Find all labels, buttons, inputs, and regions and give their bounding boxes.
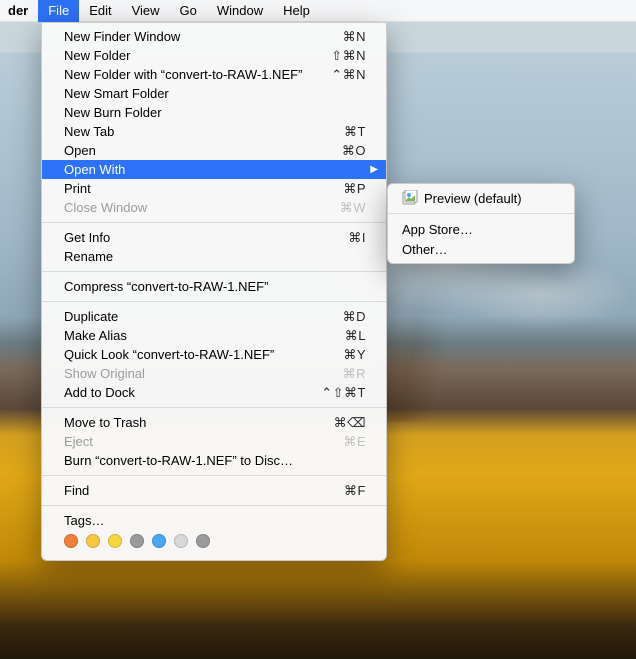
menu-item-label: Duplicate (64, 309, 312, 324)
menu-item-find[interactable]: Find⌘F (42, 481, 386, 500)
menu-item-label: Move to Trash (64, 415, 312, 430)
menu-item-label: Show Original (64, 366, 312, 381)
menu-separator (388, 213, 574, 214)
tag-color-row (42, 530, 386, 552)
menu-item-shortcut: ⌘Y (312, 347, 366, 363)
menu-separator (42, 505, 386, 506)
menu-item-label: New Tab (64, 124, 312, 139)
menu-item-shortcut: ⇧⌘N (312, 48, 366, 64)
menu-item-label: Tags… (64, 513, 366, 528)
menu-item-duplicate[interactable]: Duplicate⌘D (42, 307, 386, 326)
menubar-item-edit[interactable]: Edit (79, 0, 121, 22)
menu-item-new-folder[interactable]: New Folder⇧⌘N (42, 46, 386, 65)
menu-item-quick-look-convert-to-raw-1-nef[interactable]: Quick Look “convert-to-RAW-1.NEF”⌘Y (42, 345, 386, 364)
menubar-item-go[interactable]: Go (170, 0, 207, 22)
menu-item-shortcut: ⌘E (312, 434, 366, 450)
menu-item-shortcut: ⌘D (312, 309, 366, 325)
menu-item-close-window: Close Window⌘W (42, 198, 386, 217)
menubar-item-file[interactable]: File (38, 0, 79, 22)
menu-separator (42, 271, 386, 272)
menu-item-label: Close Window (64, 200, 312, 215)
menu-item-shortcut: ⌘⌫ (312, 415, 366, 431)
tag-color-dot[interactable] (130, 534, 144, 548)
tag-color-dot[interactable] (64, 534, 78, 548)
menu-item-label: Get Info (64, 230, 312, 245)
menu-item-print[interactable]: Print⌘P (42, 179, 386, 198)
menu-item-add-to-dock[interactable]: Add to Dock⌃⇧⌘T (42, 383, 386, 402)
menu-item-shortcut: ⌃⇧⌘T (312, 385, 366, 401)
preview-app-icon (402, 190, 418, 206)
menu-item-new-burn-folder[interactable]: New Burn Folder (42, 103, 386, 122)
menu-item-label: Find (64, 483, 312, 498)
menu-item-open[interactable]: Open⌘O (42, 141, 386, 160)
menu-item-show-original: Show Original⌘R (42, 364, 386, 383)
menu-item-move-to-trash[interactable]: Move to Trash⌘⌫ (42, 413, 386, 432)
menu-item-label: Make Alias (64, 328, 312, 343)
menu-item-new-finder-window[interactable]: New Finder Window⌘N (42, 27, 386, 46)
menu-item-label: New Folder (64, 48, 312, 63)
submenu-item-label: Other… (402, 242, 558, 257)
tag-color-dot[interactable] (152, 534, 166, 548)
menubar: der FileEditViewGoWindowHelp (0, 0, 636, 22)
menu-item-label: Rename (64, 249, 366, 264)
menu-item-label: Compress “convert-to-RAW-1.NEF” (64, 279, 366, 294)
menu-item-shortcut: ⌘O (312, 143, 366, 159)
menu-item-shortcut: ⌃⌘N (312, 67, 366, 83)
menu-item-label: Add to Dock (64, 385, 312, 400)
menu-item-eject: Eject⌘E (42, 432, 386, 451)
menubar-app-name[interactable]: der (0, 0, 38, 22)
menu-item-label: New Smart Folder (64, 86, 366, 101)
menu-item-shortcut: ⌘T (312, 124, 366, 140)
submenu-arrow-icon: ▶ (370, 164, 378, 175)
submenu-item-label: Preview (default) (424, 191, 558, 206)
menu-item-label: New Burn Folder (64, 105, 366, 120)
menu-item-shortcut: ⌘N (312, 29, 366, 45)
menu-item-shortcut: ⌘L (312, 328, 366, 344)
file-menu-dropdown: New Finder Window⌘NNew Folder⇧⌘NNew Fold… (41, 22, 387, 561)
menu-item-get-info[interactable]: Get Info⌘I (42, 228, 386, 247)
menu-separator (42, 407, 386, 408)
submenu-item-label: App Store… (402, 222, 558, 237)
menu-item-label: Eject (64, 434, 312, 449)
menu-separator (42, 222, 386, 223)
menu-item-new-folder-with-convert-to-raw-1-nef[interactable]: New Folder with “convert-to-RAW-1.NEF”⌃⌘… (42, 65, 386, 84)
menu-item-label: Print (64, 181, 312, 196)
open-with-submenu: Preview (default) App Store… Other… (387, 183, 575, 264)
submenu-item-app-store[interactable]: App Store… (388, 219, 574, 239)
menu-item-new-tab[interactable]: New Tab⌘T (42, 122, 386, 141)
menu-item-new-smart-folder[interactable]: New Smart Folder (42, 84, 386, 103)
menu-item-shortcut: ⌘R (312, 366, 366, 382)
tag-color-dot[interactable] (196, 534, 210, 548)
menu-item-open-with[interactable]: Open With ▶ (42, 160, 386, 179)
menu-item-label: Quick Look “convert-to-RAW-1.NEF” (64, 347, 312, 362)
tag-color-dot[interactable] (86, 534, 100, 548)
tag-color-dot[interactable] (174, 534, 188, 548)
tag-color-dot[interactable] (108, 534, 122, 548)
menubar-item-help[interactable]: Help (273, 0, 320, 22)
menu-item-label: Open With (64, 162, 366, 177)
menu-item-shortcut: ⌘P (312, 181, 366, 197)
menu-separator (42, 475, 386, 476)
menubar-item-view[interactable]: View (122, 0, 170, 22)
submenu-item-other[interactable]: Other… (388, 239, 574, 259)
submenu-item-preview-default[interactable]: Preview (default) (388, 188, 574, 208)
menu-item-compress-convert-to-raw-1-nef[interactable]: Compress “convert-to-RAW-1.NEF” (42, 277, 386, 296)
menu-item-shortcut: ⌘W (312, 200, 366, 216)
menu-item-tags[interactable]: Tags… (42, 511, 386, 530)
menu-item-shortcut: ⌘F (312, 483, 366, 499)
menu-item-label: Burn “convert-to-RAW-1.NEF” to Disc… (64, 453, 366, 468)
menu-separator (42, 301, 386, 302)
menu-item-rename[interactable]: Rename (42, 247, 386, 266)
menu-item-make-alias[interactable]: Make Alias⌘L (42, 326, 386, 345)
menu-item-label: New Finder Window (64, 29, 312, 44)
menubar-item-window[interactable]: Window (207, 0, 273, 22)
menu-item-burn-convert-to-raw-1-nef-to-disc[interactable]: Burn “convert-to-RAW-1.NEF” to Disc… (42, 451, 386, 470)
menu-item-shortcut: ⌘I (312, 230, 366, 246)
menu-item-label: Open (64, 143, 312, 158)
menu-item-label: New Folder with “convert-to-RAW-1.NEF” (64, 67, 312, 82)
